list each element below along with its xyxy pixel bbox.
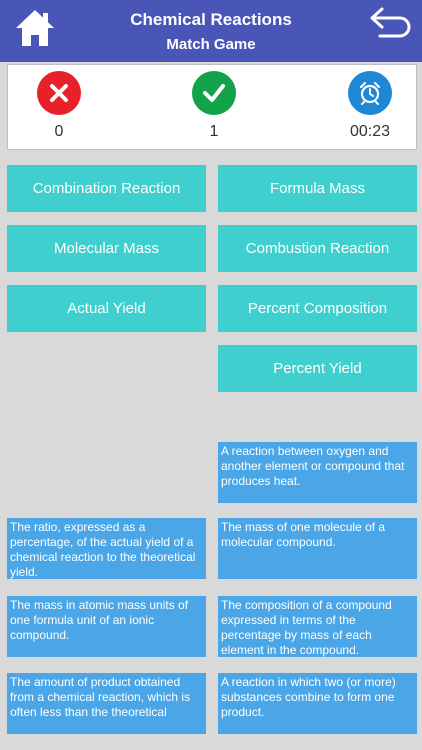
back-button[interactable] <box>368 6 412 44</box>
correct-count-stat: 1 <box>174 71 254 141</box>
alarm-clock-icon <box>359 81 381 105</box>
term-tile-percent-composition[interactable]: Percent Composition <box>218 285 417 332</box>
wrong-count-stat: 0 <box>19 71 99 141</box>
back-arrow-icon <box>370 7 411 38</box>
check-icon <box>203 84 225 102</box>
term-tile-actual-yield[interactable]: Actual Yield <box>7 285 206 332</box>
term-tile-percent-yield[interactable]: Percent Yield <box>218 345 417 392</box>
definition-tile[interactable]: The composition of a compound expressed … <box>218 596 417 657</box>
correct-count: 1 <box>209 123 219 140</box>
definition-tile[interactable]: The ratio, expressed as a percentage, of… <box>7 518 206 579</box>
definition-tile[interactable]: A reaction in which two (or more) substa… <box>218 673 417 734</box>
definition-tile[interactable]: The amount of product obtained from a ch… <box>7 673 206 734</box>
score-bar: 0 1 00:23 <box>7 64 417 150</box>
timer-value: 00:23 <box>349 123 391 140</box>
header-bar: Chemical Reactions Match Game <box>0 0 422 62</box>
definition-tile[interactable]: A reaction between oxygen and another el… <box>218 442 417 503</box>
x-icon <box>50 84 68 102</box>
page-title: Chemical Reactions <box>130 10 292 29</box>
term-tile-combination-reaction[interactable]: Combination Reaction <box>7 165 206 212</box>
term-tile-molecular-mass[interactable]: Molecular Mass <box>7 225 206 272</box>
term-tile-formula-mass[interactable]: Formula Mass <box>218 165 417 212</box>
timer-stat: 00:23 <box>330 71 410 141</box>
timer-badge <box>348 71 392 115</box>
correct-badge <box>192 71 236 115</box>
wrong-badge <box>37 71 81 115</box>
term-tile-combustion-reaction[interactable]: Combustion Reaction <box>218 225 417 272</box>
definition-tile[interactable]: The mass of one molecule of a molecular … <box>218 518 417 579</box>
wrong-count: 0 <box>54 123 64 140</box>
page-subtitle: Match Game <box>166 36 256 53</box>
definition-tile[interactable]: The mass in atomic mass units of one for… <box>7 596 206 657</box>
